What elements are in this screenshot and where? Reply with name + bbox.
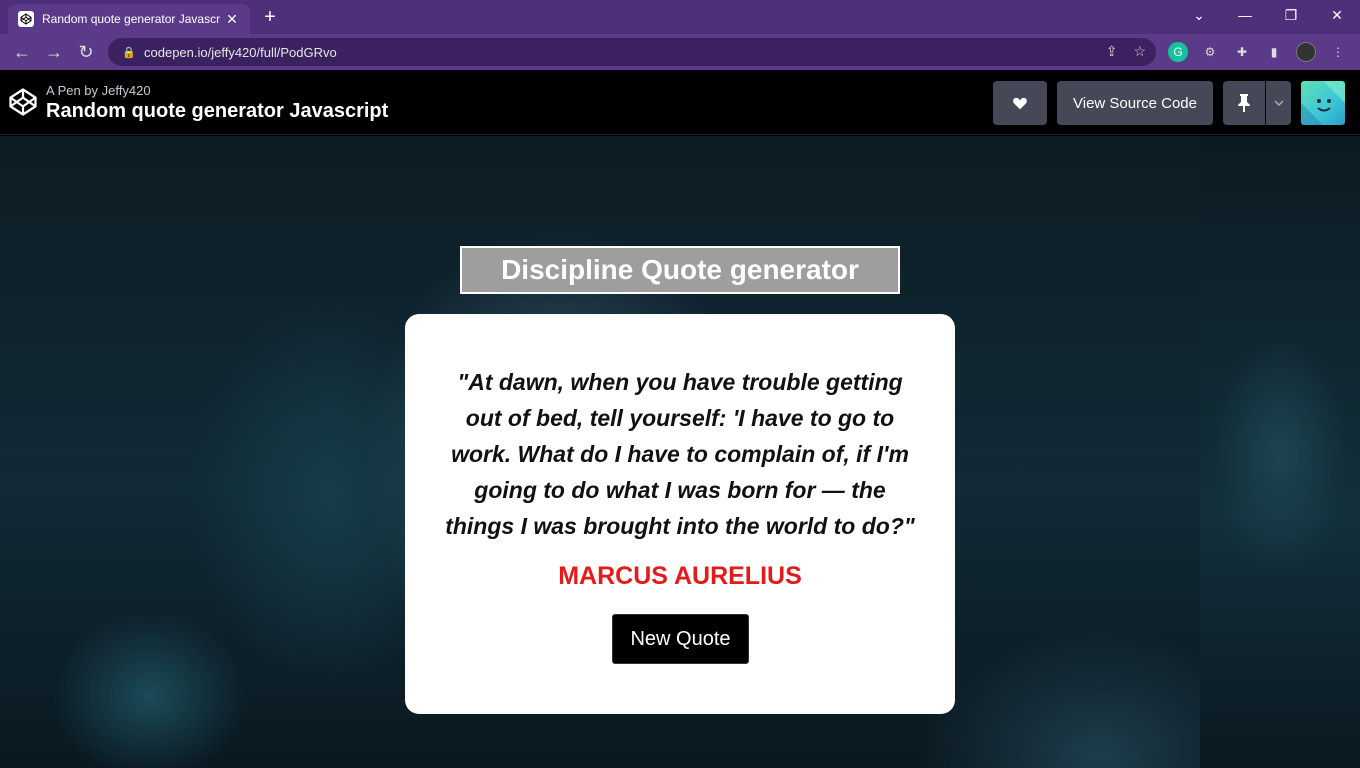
browser-tab[interactable]: Random quote generator Javascr ✕ — [8, 4, 250, 34]
codepen-logo-icon[interactable] — [8, 87, 38, 117]
grammarly-extension-icon[interactable]: G — [1168, 42, 1188, 62]
quote-author: MARCUS AURELIUS — [558, 562, 802, 590]
restore-button[interactable]: ❐ — [1268, 0, 1314, 34]
codepen-favicon-icon — [18, 11, 34, 27]
profile-avatar[interactable] — [1296, 42, 1316, 62]
chevron-down-icon — [1273, 100, 1284, 106]
tab-search-icon[interactable]: ⌄ — [1176, 0, 1222, 34]
browser-tab-strip: Random quote generator Javascr ✕ + ⌄ — ❐… — [0, 0, 1360, 34]
url-text: codepen.io/jeffy420/full/PodGRvo — [144, 44, 337, 60]
pen-author-byline[interactable]: A Pen by Jeffy420 — [46, 83, 151, 98]
new-tab-button[interactable]: + — [258, 6, 282, 30]
minimize-button[interactable]: — — [1222, 0, 1268, 34]
user-avatar[interactable] — [1301, 81, 1345, 125]
new-quote-button[interactable]: New Quote — [612, 614, 749, 664]
settings-gear-extension-icon[interactable]: ⚙ — [1200, 42, 1220, 62]
heart-icon — [1013, 97, 1027, 110]
address-bar[interactable]: 🔒 codepen.io/jeffy420/full/PodGRvo ⇪ ☆ — [108, 38, 1156, 66]
pin-dropdown-button[interactable] — [1266, 81, 1291, 125]
tab-title: Random quote generator Javascr — [42, 12, 221, 26]
share-icon[interactable]: ⇪ — [1106, 43, 1118, 60]
view-source-button[interactable]: View Source Code — [1057, 81, 1213, 125]
window-close-button[interactable]: ✕ — [1314, 0, 1360, 34]
quote-text: "At dawn, when you have trouble getting … — [445, 369, 915, 539]
side-panel-icon[interactable]: ▮ — [1264, 42, 1284, 62]
reload-icon[interactable]: ↻ — [74, 40, 98, 64]
forward-arrow-icon[interactable]: → — [42, 40, 66, 64]
bookmark-star-icon[interactable]: ☆ — [1133, 43, 1146, 60]
generator-heading: Discipline Quote generator — [460, 246, 900, 294]
pin-button[interactable] — [1223, 81, 1265, 125]
browser-menu-icon[interactable]: ⋮ — [1328, 42, 1348, 62]
pen-title: Random quote generator Javascript — [46, 100, 389, 122]
browser-toolbar: ← → ↻ 🔒 codepen.io/jeffy420/full/PodGRvo… — [0, 34, 1360, 70]
extensions-puzzle-icon[interactable]: ✚ — [1232, 42, 1252, 62]
pin-icon — [1238, 94, 1250, 112]
like-button[interactable] — [993, 81, 1047, 125]
lock-icon: 🔒 — [122, 46, 136, 59]
back-arrow-icon[interactable]: ← — [10, 40, 34, 64]
background-image-repeat — [1200, 136, 1360, 768]
tab-close-icon[interactable]: ✕ — [224, 11, 240, 28]
